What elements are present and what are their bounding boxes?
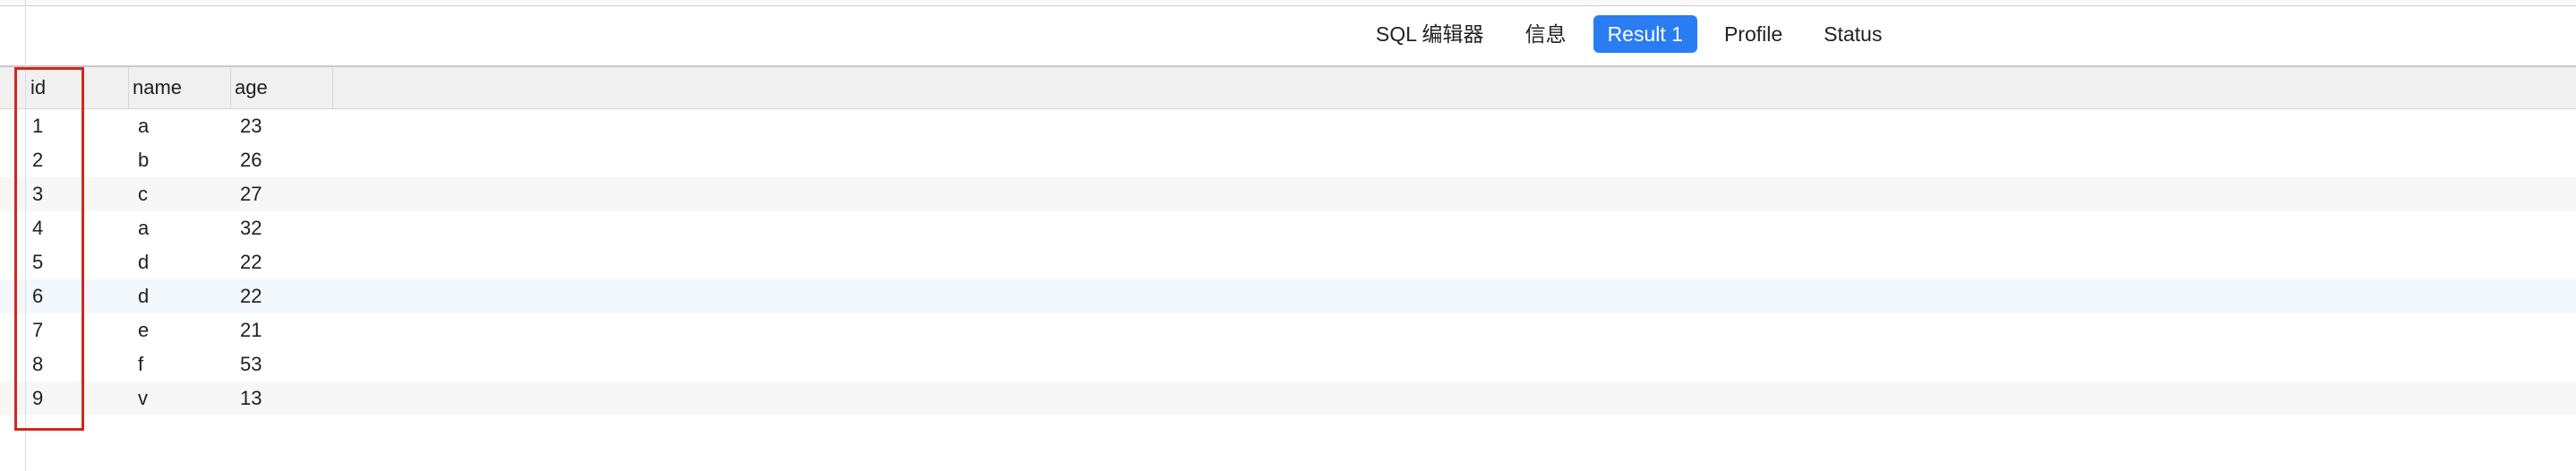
table-row[interactable]: 8 f 53 [0, 347, 2576, 381]
tab-result-1[interactable]: Result 1 [1593, 15, 1697, 53]
result-window: SQL 编辑器 信息 Result 1 Profile Status id na… [0, 0, 2576, 471]
row-gutter-cell [0, 143, 25, 177]
row-gutter-divider [25, 0, 26, 471]
row-gutter-cell [0, 109, 25, 143]
row-gutter-cell [0, 381, 25, 415]
cell-id[interactable]: 7 [25, 313, 129, 347]
cell-id[interactable]: 4 [25, 211, 129, 245]
tab-info[interactable]: 信息 [1511, 15, 1581, 53]
window-top-edge [0, 0, 2576, 6]
table-row[interactable]: 9 v 13 [0, 381, 2576, 415]
cell-id[interactable]: 1 [25, 109, 129, 143]
cell-name[interactable]: a [129, 109, 231, 143]
cell-name[interactable]: v [129, 381, 231, 415]
row-gutter-cell [0, 211, 25, 245]
row-gutter-header [0, 67, 25, 108]
cell-name[interactable]: e [129, 313, 231, 347]
row-gutter-cell [0, 245, 25, 279]
tab-status[interactable]: Status [1809, 15, 1896, 53]
cell-id[interactable]: 9 [25, 381, 129, 415]
table-row[interactable]: 2 b 26 [0, 143, 2576, 177]
result-tabbar: SQL 编辑器 信息 Result 1 Profile Status [0, 6, 2576, 67]
tab-sql-editor[interactable]: SQL 编辑器 [1361, 15, 1498, 53]
result-grid[interactable]: id name age 1 a 23 2 b 26 3 c 27 4 a 32 5 d 22 6 d 22 7 e 21… [0, 67, 2576, 415]
table-row[interactable]: 4 a 32 [0, 211, 2576, 245]
cell-name[interactable]: d [129, 279, 231, 313]
row-gutter-cell [0, 177, 25, 211]
cell-id[interactable]: 3 [25, 177, 129, 211]
cell-name[interactable]: d [129, 245, 231, 279]
cell-age[interactable]: 22 [231, 279, 333, 313]
table-row[interactable]: 6 d 22 [0, 279, 2576, 313]
cell-age[interactable]: 32 [231, 211, 333, 245]
cell-id[interactable]: 8 [25, 347, 129, 381]
column-header-name[interactable]: name [129, 67, 231, 108]
cell-age[interactable]: 22 [231, 245, 333, 279]
grid-header-row: id name age [0, 67, 2576, 109]
tab-list: SQL 编辑器 信息 Result 1 Profile Status [1361, 15, 1896, 53]
cell-name[interactable]: b [129, 143, 231, 177]
cell-age[interactable]: 13 [231, 381, 333, 415]
cell-age[interactable]: 53 [231, 347, 333, 381]
table-row[interactable]: 3 c 27 [0, 177, 2576, 211]
table-row[interactable]: 5 d 22 [0, 245, 2576, 279]
column-header-age[interactable]: age [231, 67, 333, 108]
column-header-id[interactable]: id [25, 67, 129, 108]
row-gutter-cell [0, 279, 25, 313]
grid-body: 1 a 23 2 b 26 3 c 27 4 a 32 5 d 22 6 d 22 7 e 21 8 f 53 9 v 13 [0, 109, 2576, 415]
cell-name[interactable]: a [129, 211, 231, 245]
cell-id[interactable]: 2 [25, 143, 129, 177]
cell-name[interactable]: c [129, 177, 231, 211]
cell-age[interactable]: 21 [231, 313, 333, 347]
cell-age[interactable]: 23 [231, 109, 333, 143]
row-gutter-cell [0, 347, 25, 381]
tab-profile[interactable]: Profile [1710, 15, 1797, 53]
cell-age[interactable]: 26 [231, 143, 333, 177]
table-row[interactable]: 7 e 21 [0, 313, 2576, 347]
cell-name[interactable]: f [129, 347, 231, 381]
cell-id[interactable]: 6 [25, 279, 129, 313]
row-gutter-cell [0, 313, 25, 347]
cell-id[interactable]: 5 [25, 245, 129, 279]
table-row[interactable]: 1 a 23 [0, 109, 2576, 143]
cell-age[interactable]: 27 [231, 177, 333, 211]
